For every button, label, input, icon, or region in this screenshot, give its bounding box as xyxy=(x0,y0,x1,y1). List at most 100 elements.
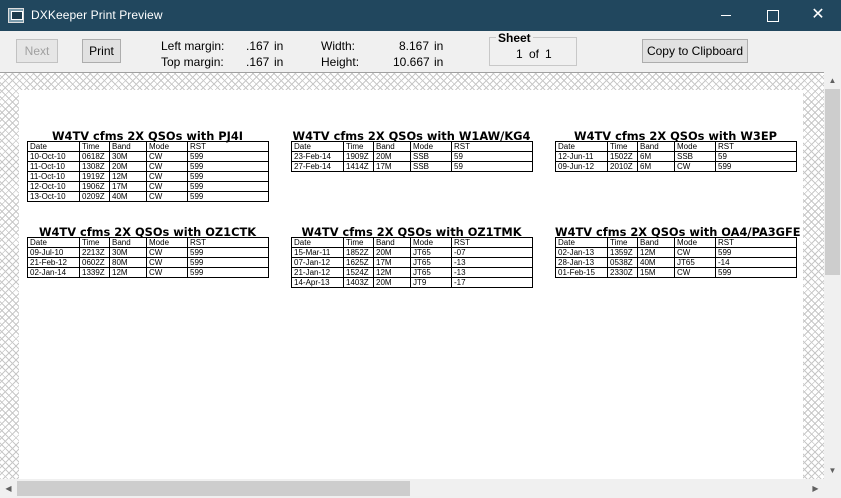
vertical-scroll-thumb[interactable] xyxy=(825,89,840,275)
table-cell: 1909Z xyxy=(343,151,374,162)
table-row: 02-Jan-14 1339Z 12M CW 599 xyxy=(27,267,269,278)
next-button[interactable]: Next xyxy=(16,39,58,63)
close-icon: ✕ xyxy=(811,6,825,23)
table-row: 02-Jan-13 1359Z 12M CW 599 xyxy=(555,247,797,258)
table-header-row: Date Time Band Mode RST xyxy=(291,141,533,152)
column-header: Band xyxy=(373,237,411,248)
table-cell: 23-Feb-14 xyxy=(291,151,344,162)
column-header: Mode xyxy=(674,141,716,152)
sheet-title: Sheet xyxy=(496,31,533,45)
width-label: Width: xyxy=(321,39,356,53)
column-header: Band xyxy=(637,141,675,152)
toolbar: Next Print Left margin: .167 in Top marg… xyxy=(0,31,841,72)
top-margin-label: Top margin: xyxy=(161,55,224,69)
table-cell: 17M xyxy=(109,181,147,192)
table-cell: 1919Z xyxy=(79,171,110,182)
table-cell: 15-Mar-11 xyxy=(291,247,344,258)
column-header: RST xyxy=(451,141,533,152)
table-cell: 20M xyxy=(373,151,411,162)
scroll-down-icon[interactable]: ▼ xyxy=(824,462,841,479)
table-row: 10-Oct-10 0618Z 30M CW 599 xyxy=(27,151,269,162)
table-cell: 20M xyxy=(373,277,411,288)
table-cell: 12M xyxy=(109,171,147,182)
table-cell: 09-Jul-10 xyxy=(27,247,80,258)
scroll-left-icon[interactable]: ◀ xyxy=(0,479,17,498)
qso-table: Date Time Band Mode RST 10-Oct-10 0618Z 30M CW 59… xyxy=(27,141,269,202)
height-value: 10.667 xyxy=(393,55,430,69)
scroll-up-icon[interactable]: ▲ xyxy=(824,72,841,89)
column-header: RST xyxy=(715,141,797,152)
title-bar: DXKeeper Print Preview ✕ xyxy=(0,0,841,31)
print-button[interactable]: Print xyxy=(82,39,121,63)
horizontal-scroll-thumb[interactable] xyxy=(17,481,410,496)
qso-table: Date Time Band Mode RST 15-Mar-11 1852Z 20M JT65… xyxy=(291,237,533,288)
table-cell: 30M xyxy=(109,151,147,162)
preview-area[interactable]: W4TV cfms 2X QSOs with PJ4I Date Time Band M… xyxy=(0,72,824,479)
column-header: RST xyxy=(187,141,269,152)
scroll-right-icon[interactable]: ▶ xyxy=(807,479,824,498)
table-cell: -07 xyxy=(451,247,533,258)
minimize-button[interactable] xyxy=(703,0,749,31)
table-cell: 1502Z xyxy=(607,151,638,162)
table-cell: 30M xyxy=(109,247,147,258)
table-cell: 1524Z xyxy=(343,267,374,278)
maximize-button[interactable] xyxy=(749,0,795,31)
table-cell: -14 xyxy=(715,257,797,268)
table-cell: 599 xyxy=(715,161,797,172)
table-cell: CW xyxy=(674,247,716,258)
table-cell: 1403Z xyxy=(343,277,374,288)
sheet-current: 1 xyxy=(516,47,523,61)
table-cell: CW xyxy=(146,181,188,192)
table-cell: 12-Jun-11 xyxy=(555,151,608,162)
copy-to-clipboard-button[interactable]: Copy to Clipboard xyxy=(642,39,748,63)
horizontal-scrollbar[interactable]: ◀ ▶ xyxy=(0,479,824,498)
table-row: 09-Jul-10 2213Z 30M CW 599 xyxy=(27,247,269,258)
table-cell: 599 xyxy=(187,257,269,268)
table-row: 28-Jan-13 0538Z 40M JT65 -14 xyxy=(555,257,797,268)
table-cell: 2213Z xyxy=(79,247,110,258)
scrollbar-corner xyxy=(824,479,841,498)
qso-table: Date Time Band Mode RST 02-Jan-13 1359Z 12M CW 59… xyxy=(555,237,797,278)
table-cell: 40M xyxy=(637,257,675,268)
column-header: Date xyxy=(555,237,608,248)
left-margin-value: .167 xyxy=(246,39,270,53)
qso-table: Date Time Band Mode RST 09-Jul-10 2213Z 30M CW 59… xyxy=(27,237,269,278)
table-row: 01-Feb-15 2330Z 15M CW 599 xyxy=(555,267,797,278)
column-header: RST xyxy=(715,237,797,248)
table-header-row: Date Time Band Mode RST xyxy=(555,237,797,248)
table-cell: 02-Jan-14 xyxy=(27,267,80,278)
table-cell: 27-Feb-14 xyxy=(291,161,344,172)
table-cell: 01-Feb-15 xyxy=(555,267,608,278)
table-cell: JT9 xyxy=(410,277,452,288)
column-header: RST xyxy=(187,237,269,248)
table-cell: SSB xyxy=(674,151,716,162)
print-preview-window: DXKeeper Print Preview ✕ Next Print Left… xyxy=(0,0,841,498)
top-margin-value: .167 xyxy=(246,55,270,69)
table-cell: 07-Jan-12 xyxy=(291,257,344,268)
table-cell: CW xyxy=(674,161,716,172)
table-row: 27-Feb-14 1414Z 17M SSB 59 xyxy=(291,161,533,172)
table-header-row: Date Time Band Mode RST xyxy=(27,237,269,248)
table-cell: 20M xyxy=(109,161,147,172)
left-margin-unit: in xyxy=(274,39,284,53)
column-header: Time xyxy=(343,237,374,248)
table-cell: 59 xyxy=(451,151,533,162)
table-cell: 09-Jun-12 xyxy=(555,161,608,172)
table-cell: 20M xyxy=(373,247,411,258)
table-cell: 21-Jan-12 xyxy=(291,267,344,278)
table-row: 11-Oct-10 1919Z 12M CW 599 xyxy=(27,171,269,182)
table-cell: 11-Oct-10 xyxy=(27,171,80,182)
table-cell: JT65 xyxy=(410,267,452,278)
column-header: Date xyxy=(555,141,608,152)
close-button[interactable]: ✕ xyxy=(795,0,841,31)
table-cell: 12-Oct-10 xyxy=(27,181,80,192)
column-header: Date xyxy=(27,141,80,152)
table-cell: 15M xyxy=(637,267,675,278)
height-unit: in xyxy=(434,55,444,69)
table-cell: 599 xyxy=(715,247,797,258)
table-cell: 6M xyxy=(637,161,675,172)
vertical-scrollbar[interactable]: ▲ ▼ xyxy=(824,72,841,479)
column-header: Mode xyxy=(410,141,452,152)
table-cell: 1414Z xyxy=(343,161,374,172)
table-cell: 1359Z xyxy=(607,247,638,258)
